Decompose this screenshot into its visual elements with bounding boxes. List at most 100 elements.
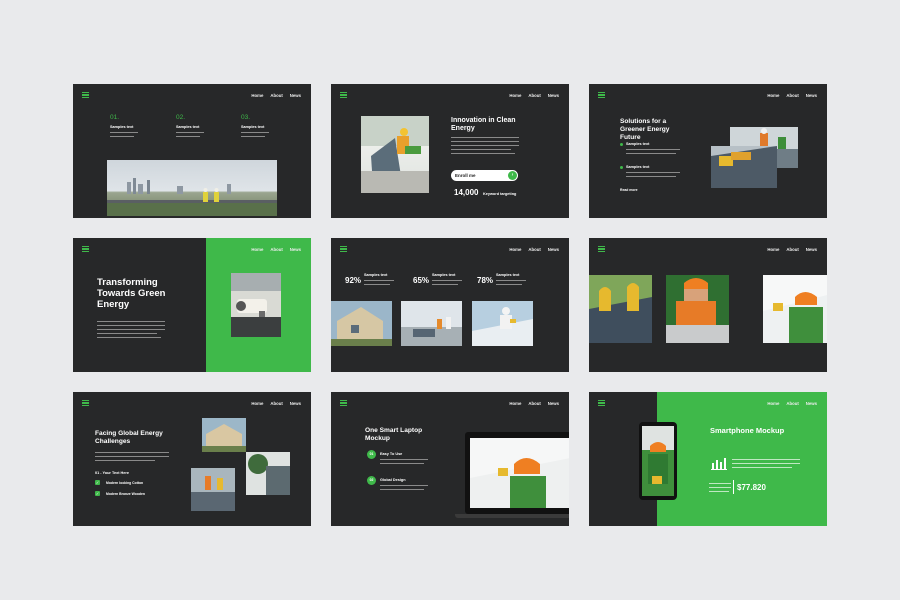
menu-icon[interactable]: [598, 246, 605, 252]
phone-mockup: [639, 422, 677, 500]
text-line: [97, 333, 157, 334]
text-line: [176, 136, 200, 137]
stat-label: Samples text: [432, 273, 456, 277]
slide-1[interactable]: Home About News 01. Samples text 02. Sam…: [73, 84, 311, 218]
col-number: 02.: [176, 114, 186, 121]
orange-helmet-worker-photo: [666, 275, 729, 343]
nav-news[interactable]: News: [548, 401, 559, 406]
stat-percent: 78%: [477, 276, 494, 285]
nav-about[interactable]: About: [786, 247, 798, 252]
slide-title: Transforming Towards Green Energy: [97, 277, 166, 311]
text-line: [241, 136, 265, 137]
nav-news[interactable]: News: [806, 401, 817, 406]
menu-icon[interactable]: [82, 246, 89, 252]
arrow-right-icon: ›: [508, 171, 517, 180]
house-photo: [202, 418, 246, 452]
text-line: [496, 284, 522, 285]
col-number: 01.: [110, 114, 120, 121]
text-line: [709, 483, 731, 484]
nav-about[interactable]: About: [786, 401, 798, 406]
menu-icon[interactable]: [82, 92, 89, 98]
read-more-link[interactable]: Read more: [620, 188, 638, 192]
nav-news[interactable]: News: [290, 401, 301, 406]
text-line: [451, 145, 519, 146]
slide-3[interactable]: Home About News Solutions for a Greener …: [589, 84, 827, 218]
solar-panel-gloves-photo: [711, 146, 777, 188]
nav-home[interactable]: Home: [509, 401, 521, 406]
nav-home[interactable]: Home: [251, 247, 263, 252]
nav-about[interactable]: About: [528, 401, 540, 406]
nav-about[interactable]: About: [270, 401, 282, 406]
menu-icon[interactable]: [598, 400, 605, 406]
nav-news[interactable]: News: [548, 93, 559, 98]
subheading: 01 - Your Text Here: [95, 471, 129, 475]
slide-5[interactable]: Home About News 92% Samples text 65% Sam…: [331, 238, 569, 372]
nav-news[interactable]: News: [290, 93, 301, 98]
menu-icon[interactable]: [598, 92, 605, 98]
text-line: [732, 459, 800, 460]
feature-badge: 02: [367, 476, 376, 485]
nav-news[interactable]: News: [548, 247, 559, 252]
nav-about[interactable]: About: [528, 93, 540, 98]
house-photo: [331, 301, 392, 346]
slide-title: Innovation in Clean Energy: [451, 117, 516, 133]
nav-about[interactable]: About: [270, 247, 282, 252]
laptop-mockup: [465, 432, 569, 514]
stat-percent: 65%: [413, 276, 430, 285]
feature-label: Easy To Use: [380, 452, 403, 456]
nav-home[interactable]: Home: [767, 247, 779, 252]
divider: [733, 480, 734, 494]
nav-home[interactable]: Home: [251, 401, 263, 406]
nav-about[interactable]: About: [786, 93, 798, 98]
menu-icon[interactable]: [82, 400, 89, 406]
nav-home[interactable]: Home: [767, 93, 779, 98]
slide-9[interactable]: Home About News Smartphone Mockup $77.82…: [589, 392, 827, 526]
nav-about[interactable]: About: [270, 93, 282, 98]
slide-7[interactable]: Home About News Facing Global Energy Cha…: [73, 392, 311, 526]
text-line: [364, 284, 390, 285]
text-line: [432, 284, 458, 285]
nav-news[interactable]: News: [806, 93, 817, 98]
text-line: [364, 280, 394, 281]
building-tree-photo: [246, 452, 290, 495]
nav-about[interactable]: About: [528, 247, 540, 252]
top-nav: Home About News: [509, 93, 559, 98]
text-line: [732, 467, 792, 468]
nav-home[interactable]: Home: [509, 247, 521, 252]
top-nav: Home About News: [509, 247, 559, 252]
text-line: [95, 452, 169, 453]
nav-home[interactable]: Home: [509, 93, 521, 98]
nav-news[interactable]: News: [290, 247, 301, 252]
solar-worker-photo: [361, 116, 429, 193]
col-label: Samples text: [110, 125, 134, 129]
slide-8[interactable]: Home About News One Smart Laptop Mockup …: [331, 392, 569, 526]
top-nav: Home About News: [509, 401, 559, 406]
nav-home[interactable]: Home: [251, 93, 263, 98]
bullet-dot: [620, 166, 623, 169]
menu-icon[interactable]: [340, 400, 347, 406]
slide-title: Solutions for a Greener Energy Future: [620, 118, 670, 141]
nav-news[interactable]: News: [806, 247, 817, 252]
stat-percent: 92%: [345, 276, 362, 285]
slide-title: Smartphone Mockup: [710, 426, 785, 435]
panel-installer-photo: [472, 301, 533, 346]
enroll-button[interactable]: Enroll me ›: [451, 170, 518, 181]
text-line: [626, 153, 676, 154]
check-icon: ✓: [95, 491, 100, 496]
check-item: Modern Bronze Wooden: [106, 492, 145, 496]
col-number: 03.: [241, 114, 251, 121]
text-line: [626, 149, 680, 150]
menu-icon[interactable]: [340, 92, 347, 98]
slide-2[interactable]: Home About News Innovation in Clean Ener…: [331, 84, 569, 218]
top-nav: Home About News: [767, 247, 817, 252]
text-line: [241, 132, 269, 133]
slide-4[interactable]: Home About News Transforming Towards Gre…: [73, 238, 311, 372]
menu-icon[interactable]: [340, 246, 347, 252]
phone-screen-photo: [642, 426, 674, 496]
check-icon: ✓: [95, 480, 100, 485]
slide-title: One Smart Laptop Mockup: [365, 427, 423, 442]
slide-6[interactable]: Home About News: [589, 238, 827, 372]
text-line: [496, 280, 526, 281]
nav-home[interactable]: Home: [767, 401, 779, 406]
slide-title: Facing Global Energy Challenges: [95, 430, 163, 445]
